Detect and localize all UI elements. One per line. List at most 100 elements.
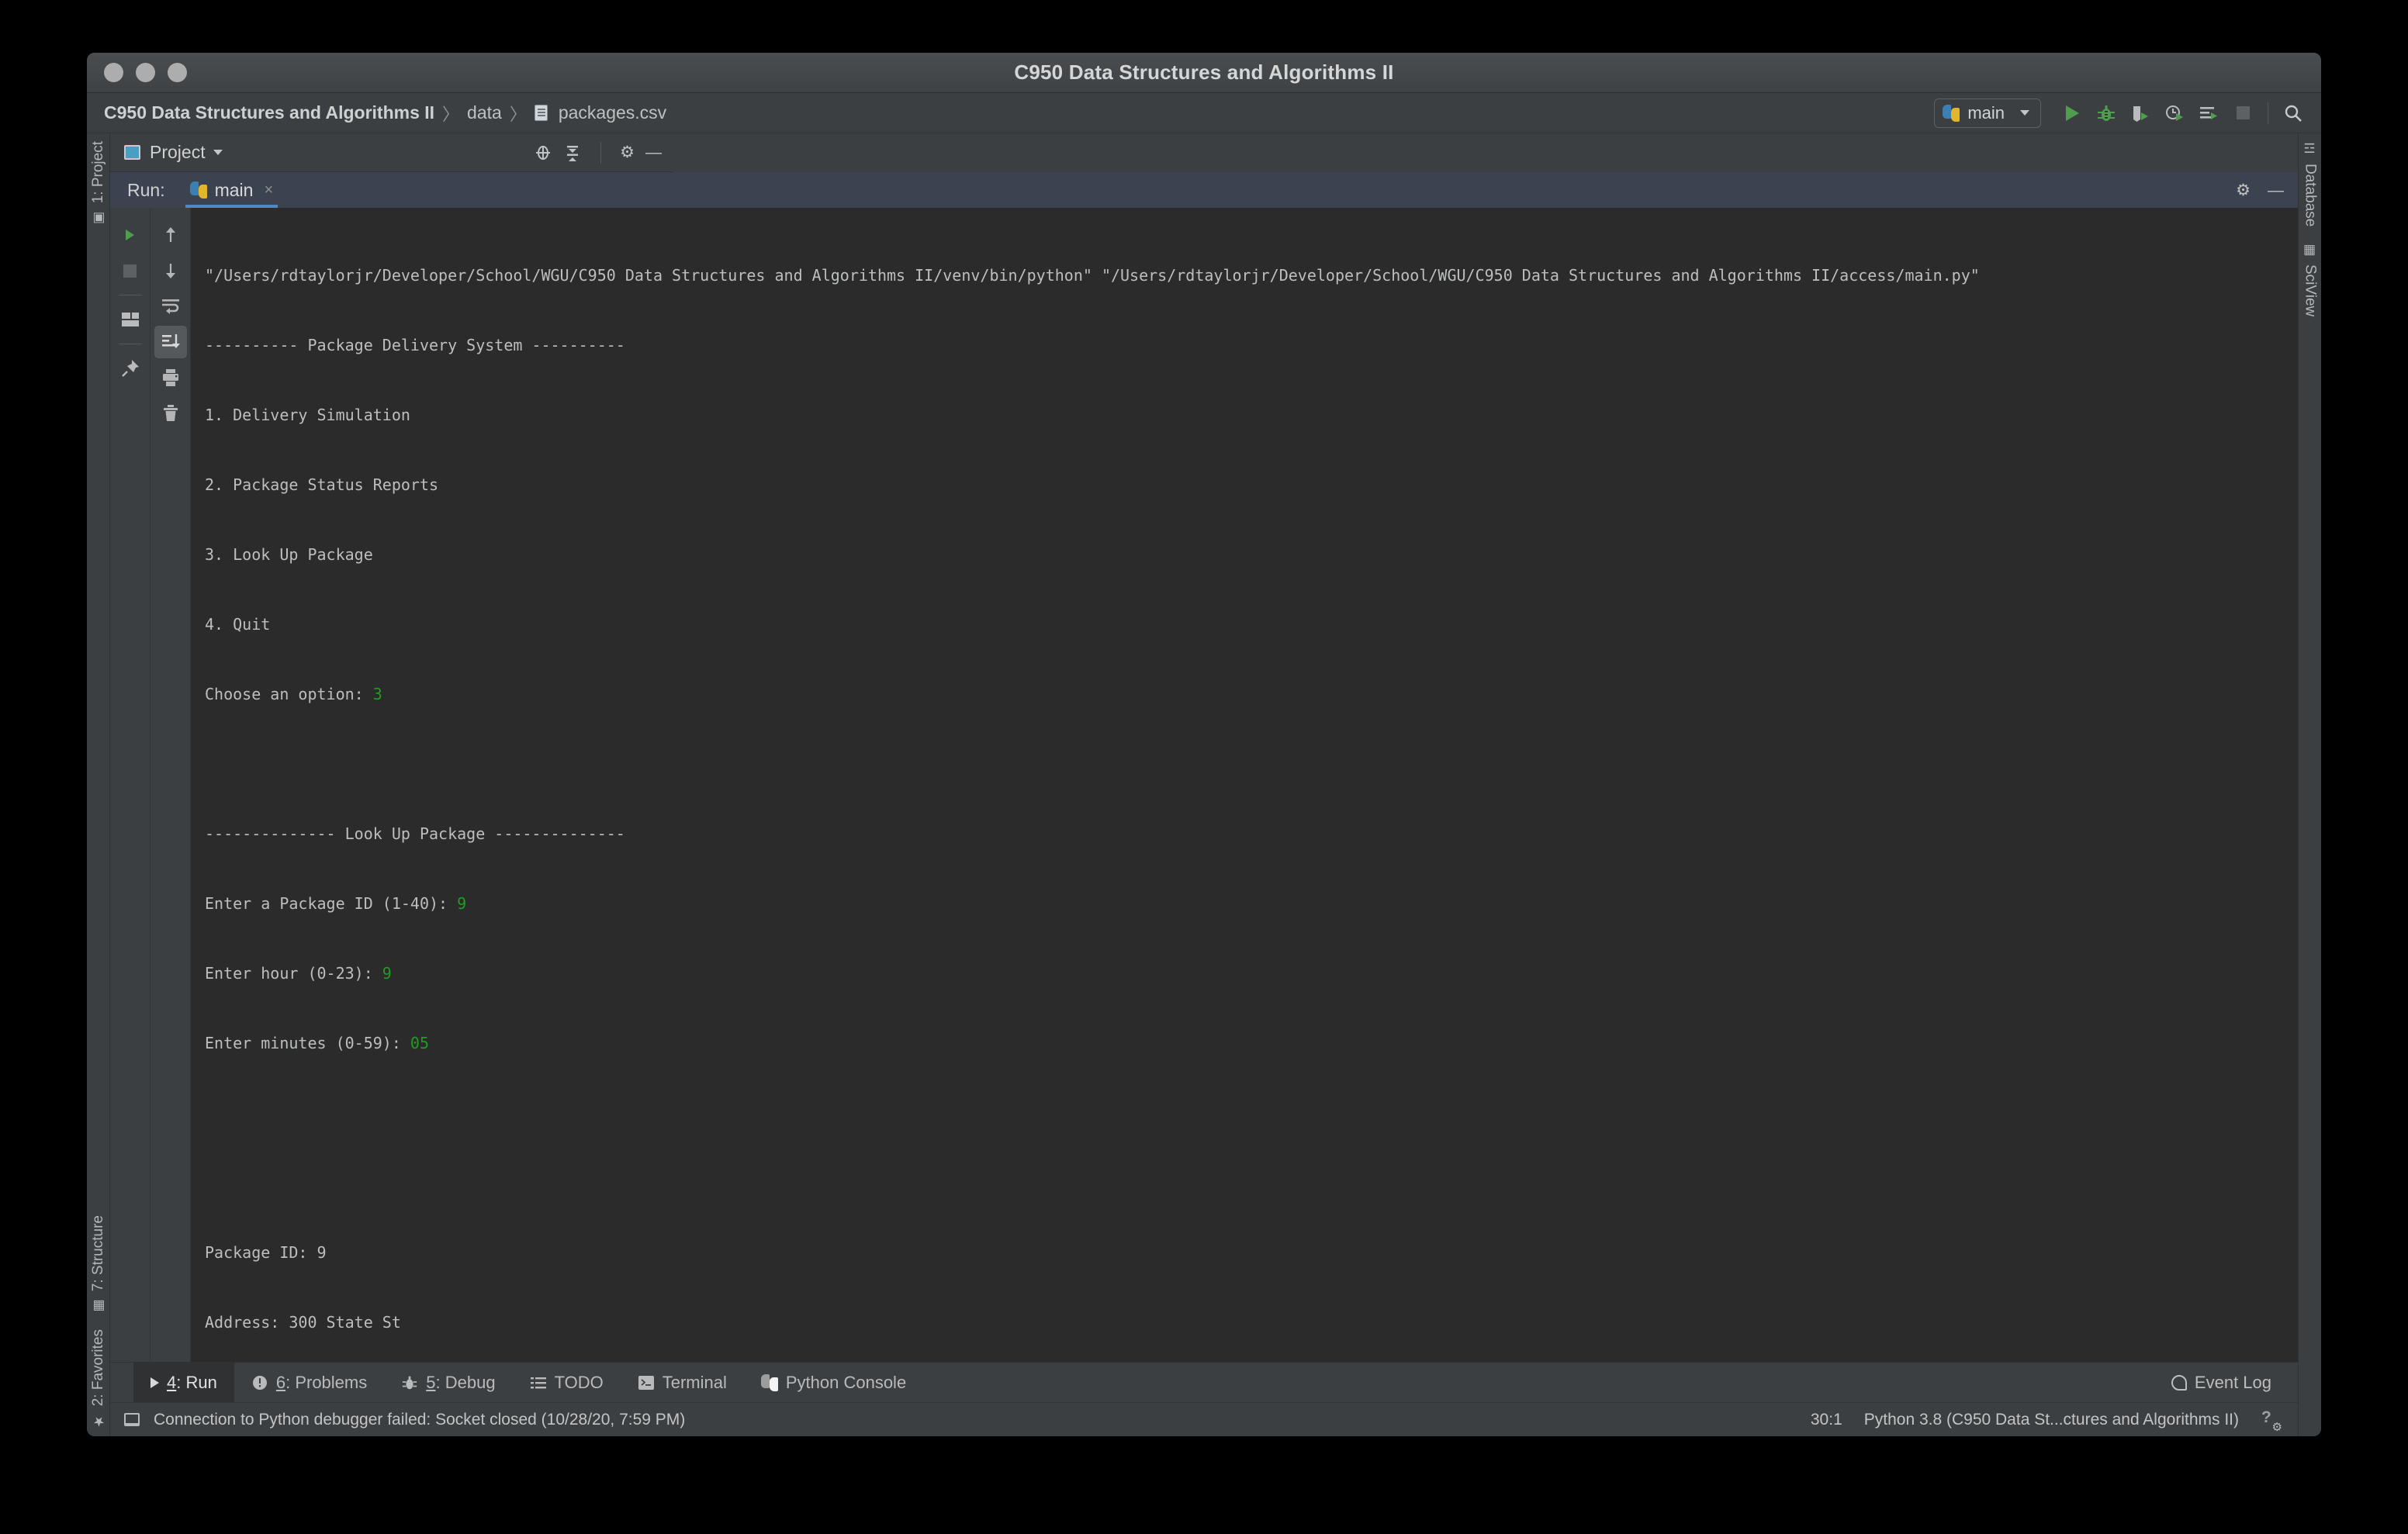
console-output[interactable]: "/Users/rdtaylorjr/Developer/School/WGU/… — [191, 208, 2298, 1362]
print-icon — [162, 369, 178, 386]
sidebar-item-label: 2: Favorites — [89, 1328, 106, 1406]
run-button[interactable] — [2055, 98, 2089, 129]
speech-bubble-icon — [2171, 1374, 2187, 1391]
run-tool-window-header: Run: main × ⚙ — — [110, 172, 2298, 208]
caret-position[interactable]: 30:1 — [1811, 1411, 1842, 1429]
sidebar-item-structure[interactable]: ▦ 7: Structure — [87, 1208, 110, 1322]
tab-run[interactable]: 4: Run — [133, 1362, 234, 1403]
tab-todo[interactable]: TODO — [513, 1363, 621, 1403]
search-icon — [2285, 105, 2302, 122]
play-icon — [150, 1377, 159, 1388]
breadcrumb-data[interactable]: data — [467, 102, 502, 123]
rerun-button[interactable] — [114, 219, 147, 251]
up-arrow-icon — [165, 227, 175, 242]
project-icon: ▣ — [91, 210, 106, 226]
grid-icon: ▦ — [2302, 242, 2317, 258]
soft-wrap-button[interactable] — [154, 290, 187, 323]
run-configuration-selector[interactable]: main — [1934, 98, 2041, 128]
clock-run-icon — [2166, 105, 2183, 121]
tab-label: 5: Debug — [426, 1373, 495, 1393]
sidebar-item-database[interactable]: ☲ Database — [2299, 133, 2322, 234]
run-coverage-button[interactable] — [2123, 98, 2157, 129]
chevron-down-icon — [2020, 110, 2029, 116]
ide-body: ▣ 1: Project ▦ 7: Structure ★ 2: Favorit… — [87, 133, 2321, 1436]
sidebar-item-sciview[interactable]: ▦ SciView — [2299, 234, 2322, 324]
database-icon: ☲ — [2302, 141, 2317, 157]
collapse-all-icon[interactable] — [563, 143, 582, 162]
pin-icon — [121, 360, 139, 377]
breadcrumb-file[interactable]: packages.csv — [559, 102, 666, 123]
debug-button[interactable] — [2089, 98, 2123, 129]
breadcrumb-separator-icon: 〉 — [442, 104, 460, 124]
window-titlebar: C950 Data Structures and Algorithms II — [87, 53, 2321, 93]
project-header-actions: ⚙ — — [534, 141, 662, 164]
down-arrow-icon — [165, 264, 175, 278]
clear-all-button[interactable] — [154, 397, 187, 430]
profile-button[interactable] — [2157, 98, 2192, 129]
settings-gear-icon[interactable]: ⚙ — [2236, 182, 2251, 199]
next-occurrence-button[interactable] — [154, 254, 187, 287]
bug-icon — [2098, 105, 2115, 121]
tab-problems[interactable]: 6: Problems — [234, 1363, 384, 1403]
interpreter-settings-icon[interactable] — [2261, 1408, 2282, 1434]
navigation-bar: C950 Data Structures and Algorithms II 〉… — [87, 93, 2321, 133]
run-header-actions: ⚙ — — [2236, 182, 2284, 199]
print-button[interactable] — [154, 361, 187, 394]
console-line-menu-option: 1. Delivery Simulation — [205, 406, 410, 424]
hide-icon[interactable]: — — [2268, 182, 2284, 199]
prompt-text: Choose an option: — [205, 685, 373, 703]
status-message: Connection to Python debugger failed: So… — [154, 1410, 686, 1429]
run-label: Run: — [127, 179, 165, 200]
stop-process-button[interactable] — [114, 254, 147, 287]
console-line-menu-option: 4. Quit — [205, 615, 271, 634]
console-line-menu-header: ---------- Package Delivery System -----… — [205, 336, 625, 354]
user-input-value: 9 — [382, 964, 392, 983]
tab-text: : Debug — [435, 1372, 496, 1392]
stop-button[interactable] — [2226, 98, 2260, 129]
breadcrumb-project[interactable]: C950 Data Structures and Algorithms II — [104, 102, 434, 123]
search-everywhere-button[interactable] — [2276, 98, 2310, 129]
chevron-down-icon[interactable] — [213, 150, 223, 155]
tab-terminal[interactable]: Terminal — [621, 1363, 744, 1403]
run-with-parameters-button[interactable] — [2192, 98, 2226, 129]
tab-python-console[interactable]: Python Console — [744, 1363, 923, 1403]
settings-gear-icon[interactable]: ⚙ — [620, 144, 635, 161]
tab-text: : Problems — [285, 1372, 368, 1392]
previous-occurrence-button[interactable] — [154, 219, 187, 251]
stop-square-icon — [2236, 106, 2250, 119]
console-line-prompt-package-id: Enter a Package ID (1-40): 9 — [205, 892, 2298, 915]
tab-text: : Run — [176, 1372, 217, 1392]
layout-button[interactable] — [114, 303, 147, 336]
python-icon — [189, 181, 207, 199]
hide-icon[interactable]: — — [645, 144, 662, 161]
sidebar-item-favorites[interactable]: ★ 2: Favorites — [87, 1322, 110, 1436]
console-line-prompt-choose: Choose an option: 3 — [205, 682, 2298, 706]
center-column: Project ⚙ — Run: main × ⚙ — "/Users/rdta… — [110, 133, 2298, 1436]
shield-run-icon — [2133, 105, 2148, 122]
run-tool-window: Run: main × ⚙ — "/Users/rdtaylorjr/Devel… — [110, 172, 2298, 1362]
tab-mnemonic: 5 — [426, 1372, 436, 1392]
scroll-to-end-button[interactable] — [154, 326, 187, 358]
tab-label: 4: Run — [167, 1373, 217, 1393]
pin-tab-button[interactable] — [114, 352, 147, 385]
event-log-button[interactable]: Event Log — [2171, 1373, 2298, 1393]
layout-icon — [121, 313, 139, 326]
python-interpreter[interactable]: Python 3.8 (C950 Data St...ctures and Al… — [1864, 1411, 2239, 1429]
locate-icon[interactable] — [534, 143, 552, 162]
close-icon[interactable]: × — [264, 181, 273, 199]
right-tool-rail: ☲ Database ▦ SciView — [2298, 133, 2321, 1436]
run-actions-gutter — [110, 208, 150, 1362]
sidebar-item-label: 7: Structure — [89, 1214, 106, 1291]
sidebar-item-project[interactable]: ▣ 1: Project — [87, 133, 110, 233]
tab-text: Python Console — [785, 1372, 907, 1392]
trash-icon — [163, 405, 178, 421]
tab-label: 6: Problems — [276, 1373, 367, 1393]
header-divider — [600, 141, 602, 164]
run-configuration-label: main — [1967, 102, 2005, 123]
run-tab-main[interactable]: main × — [185, 172, 279, 208]
csv-file-icon — [534, 105, 548, 121]
tab-debug[interactable]: 5: Debug — [384, 1363, 512, 1403]
